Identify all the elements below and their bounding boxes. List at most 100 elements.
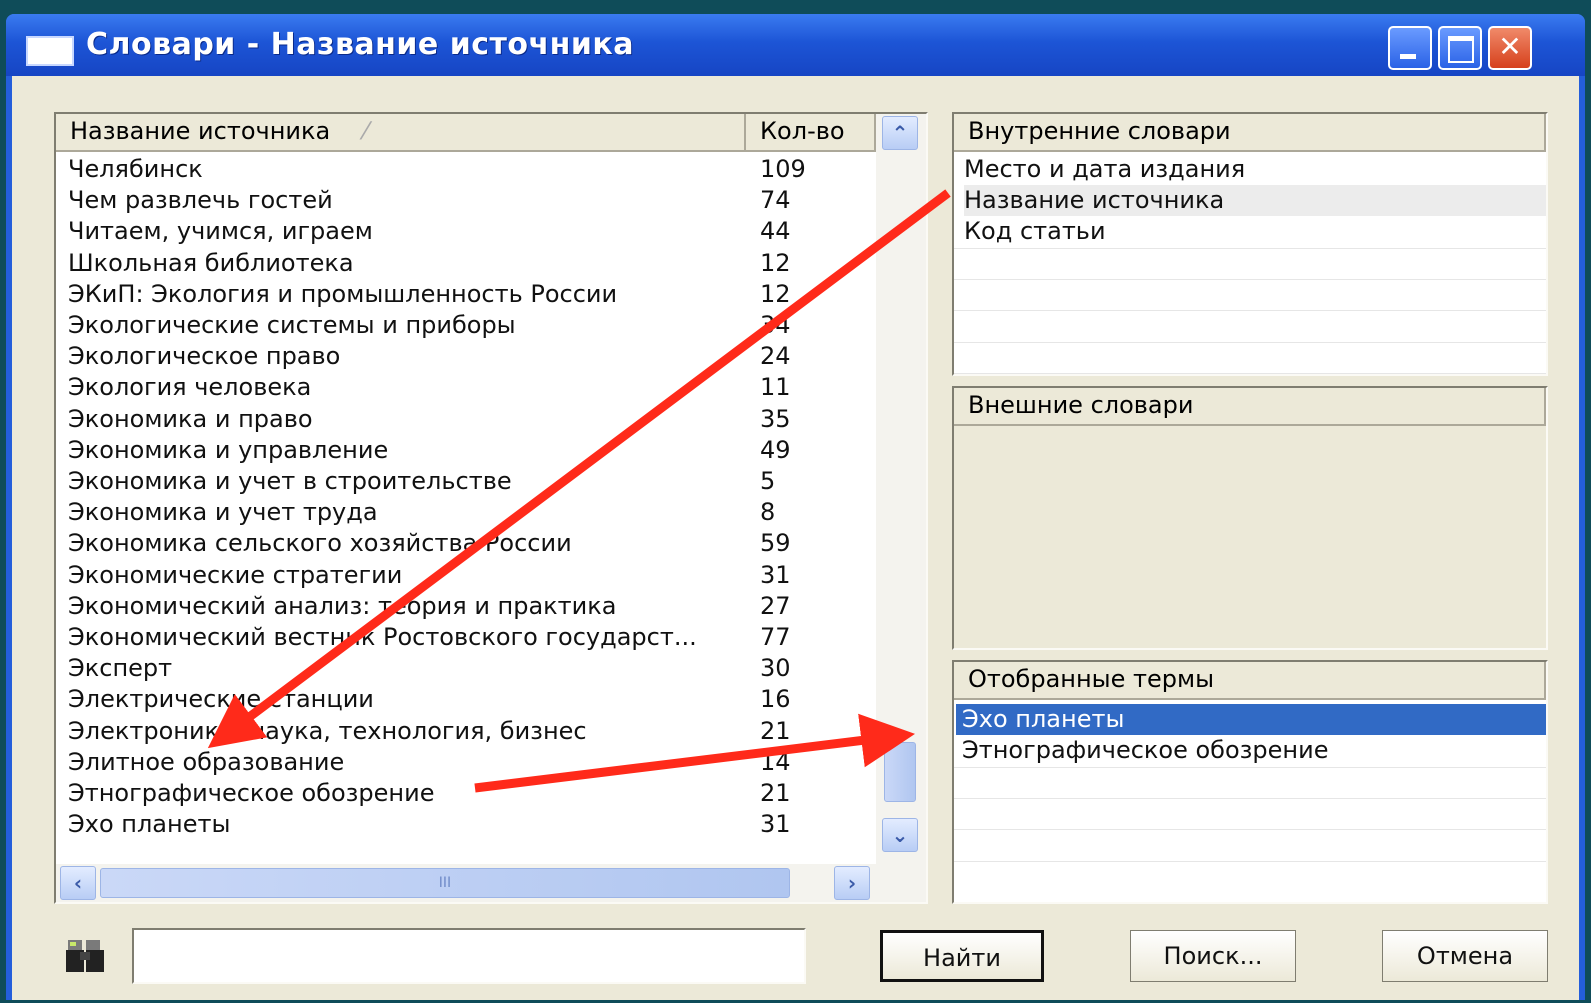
list-item-name: Этнографическое обозрение xyxy=(68,779,435,807)
list-item[interactable]: Элитное образование 14 xyxy=(56,747,876,778)
find-button[interactable]: Найти xyxy=(880,930,1044,982)
binoculars-icon xyxy=(66,940,104,972)
external-dictionaries-header: Внешние словари xyxy=(954,388,1546,426)
list-item[interactable]: Электрические станции 16 xyxy=(56,684,876,715)
dictionary-window: Словари - Название источника Название ис… xyxy=(6,14,1585,1000)
search-button[interactable]: Поиск... xyxy=(1130,930,1296,982)
scroll-up-icon[interactable]: ⌃ xyxy=(882,116,918,150)
window-title: Словари - Название источника xyxy=(86,27,634,62)
list-item[interactable]: Экологическое право 24 xyxy=(56,341,876,372)
row-divider xyxy=(954,310,1546,312)
list-item[interactable]: Экология человека 11 xyxy=(56,372,876,403)
list-item-count: 14 xyxy=(760,747,791,776)
list-item-count: 31 xyxy=(760,810,791,839)
list-item[interactable]: Читаем, учимся, играем 44 xyxy=(56,216,876,247)
row-divider xyxy=(954,279,1546,281)
column-header-name[interactable]: Название источника ⁄ xyxy=(56,114,746,152)
selected-terms-list[interactable]: Отобранные термы Эхо планеты Этнографичес… xyxy=(952,660,1548,904)
sort-indicator-icon: ⁄ xyxy=(363,117,368,145)
list-item[interactable]: Экономика и учет в строительстве 5 xyxy=(56,466,876,497)
list-item-name: Экологические системы и приборы xyxy=(68,311,516,339)
row-divider xyxy=(954,798,1546,800)
list-item-name: Эксперт xyxy=(68,654,173,683)
row-divider xyxy=(954,248,1546,249)
window-icon xyxy=(26,36,74,66)
list-item-count: 31 xyxy=(760,560,791,589)
list-item-name: Экономические стратегии xyxy=(68,560,403,589)
list-item-name: Экономика и право xyxy=(68,404,313,433)
internal-dictionaries-list[interactable]: Внутренние словари Место и дата издания Н… xyxy=(952,112,1548,376)
scroll-down-icon[interactable]: ⌄ xyxy=(882,818,918,852)
external-dictionaries-list[interactable]: Внешние словари xyxy=(952,386,1548,650)
list-item-count: 12 xyxy=(760,248,791,277)
list-item-count: 21 xyxy=(760,779,791,807)
internal-dictionary-item[interactable]: Название источника xyxy=(964,185,1546,217)
column-header-count[interactable]: Кол-во xyxy=(746,114,876,152)
list-item-name: Электрические станции xyxy=(68,685,374,714)
scroll-left-icon[interactable]: ‹ xyxy=(60,866,96,900)
list-item-count: 16 xyxy=(760,685,791,714)
row-divider xyxy=(954,860,1546,862)
vertical-scrollbar[interactable]: ⌃ ⌄ xyxy=(876,114,926,864)
list-item-name: Челябинск xyxy=(68,155,203,183)
list-item-name: Экономический анализ: теория и практика xyxy=(68,591,617,620)
list-item-name: Электроника: наука, технология, бизнес xyxy=(68,716,587,745)
row-divider xyxy=(954,829,1546,831)
list-item[interactable]: Экономический анализ: теория и практика 2… xyxy=(56,591,876,622)
list-item-name: Читаем, учимся, играем xyxy=(68,217,373,246)
selected-terms-header: Отобранные термы xyxy=(954,662,1546,700)
source-list[interactable]: Название источника ⁄ Кол-во Челябинск 109… xyxy=(54,112,928,904)
list-item[interactable]: Экономика и учет труда 8 xyxy=(56,497,876,528)
list-item-count: 12 xyxy=(760,279,791,308)
list-item-count: 11 xyxy=(760,373,791,402)
row-divider xyxy=(954,372,1546,374)
list-item[interactable]: Экономический вестник Ростовского госуда… xyxy=(56,622,876,653)
list-item-name: Экологическое право xyxy=(68,342,341,371)
list-item[interactable]: Электроника: наука, технология, бизнес 21 xyxy=(56,716,876,747)
list-item-count: 30 xyxy=(760,654,791,683)
list-item-count: 21 xyxy=(760,716,791,745)
list-item[interactable]: Эхо планеты 31 xyxy=(56,809,876,840)
cancel-button[interactable]: Отмена xyxy=(1382,930,1548,982)
scroll-right-icon[interactable]: › xyxy=(834,866,870,900)
list-item[interactable]: Экономика и управление 49 xyxy=(56,435,876,466)
search-input[interactable] xyxy=(132,928,806,984)
selected-term-item[interactable]: Эхо планеты xyxy=(956,704,1546,735)
list-item[interactable]: Чем развлечь гостей 74 xyxy=(56,185,876,216)
vertical-scroll-thumb[interactable] xyxy=(884,742,916,802)
list-item[interactable]: Экономика сельского хозяйства России 59 xyxy=(56,528,876,559)
title-bar[interactable]: Словари - Название источника xyxy=(6,14,1585,76)
internal-dictionary-item[interactable]: Код статьи xyxy=(964,216,1546,247)
list-item-name: Экономический вестник Ростовского госуда… xyxy=(68,623,697,651)
internal-dictionary-item[interactable]: Место и дата издания xyxy=(964,154,1546,185)
internal-dictionaries-header: Внутренние словари xyxy=(954,114,1546,152)
list-item[interactable]: Челябинск 109 xyxy=(56,154,876,185)
list-item-name: Школьная библиотека xyxy=(68,248,354,277)
list-item-count: 49 xyxy=(760,435,791,464)
list-item[interactable]: Экономические стратегии 31 xyxy=(56,560,876,591)
list-item[interactable]: ЭКиП: Экология и промышленность России 12 xyxy=(56,279,876,310)
close-button[interactable] xyxy=(1488,26,1532,70)
list-item-name: Экономика и управление xyxy=(68,435,389,464)
list-item-count: 35 xyxy=(760,404,791,433)
list-item-count: 5 xyxy=(760,467,776,495)
list-item[interactable]: Эксперт 30 xyxy=(56,653,876,684)
selected-term-item[interactable]: Этнографическое обозрение xyxy=(956,735,1546,766)
list-item-name: Экономика и учет труда xyxy=(68,498,378,527)
list-item-name: Чем развлечь гостей xyxy=(68,186,333,215)
list-item[interactable]: Экологические системы и приборы 34 xyxy=(56,310,876,341)
list-item-name: Эхо планеты xyxy=(68,810,231,839)
column-header-name-label: Название источника xyxy=(70,117,331,145)
list-item-name: Экономика сельского хозяйства России xyxy=(68,529,572,558)
list-item[interactable]: Школьная библиотека 12 xyxy=(56,248,876,279)
list-item-name: ЭКиП: Экология и промышленность России xyxy=(68,279,618,308)
list-item-count: 8 xyxy=(760,498,776,527)
list-item[interactable]: Экономика и право 35 xyxy=(56,404,876,435)
list-item[interactable]: Этнографическое обозрение 21 xyxy=(56,778,876,809)
minimize-button[interactable] xyxy=(1388,26,1432,70)
list-item-count: 59 xyxy=(760,529,791,558)
dialog-body: Название источника ⁄ Кол-во Челябинск 109… xyxy=(12,76,1579,1000)
horizontal-scrollbar[interactable]: ‹ III › xyxy=(56,864,926,902)
horizontal-scroll-thumb[interactable]: III xyxy=(100,868,790,898)
maximize-button[interactable] xyxy=(1438,26,1482,70)
